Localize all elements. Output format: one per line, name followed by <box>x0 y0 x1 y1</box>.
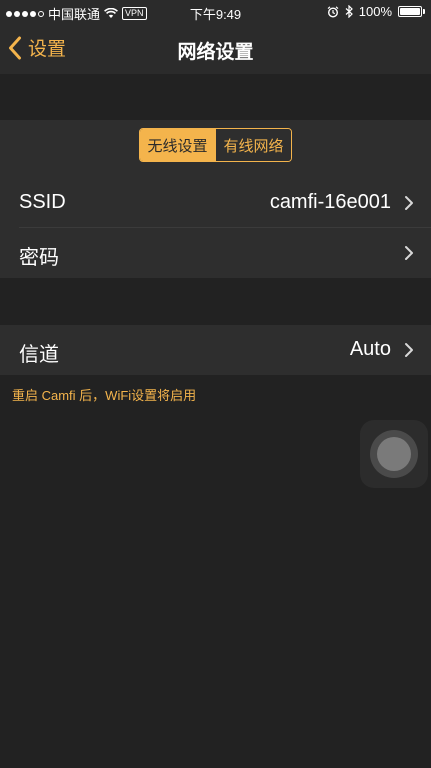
ssid-row[interactable]: SSID camfi-16e001 <box>0 178 431 228</box>
page-title: 网络设置 <box>177 42 254 63</box>
channel-label: 信道 <box>19 344 59 366</box>
battery-percent: 100% <box>358 4 392 19</box>
channel-row[interactable]: 信道 Auto <box>0 325 431 375</box>
restart-notice: 重启 Camfi 后，WiFi设置将启用 <box>12 388 197 403</box>
bluetooth-icon <box>345 5 353 18</box>
assistive-touch-icon <box>370 430 418 478</box>
segment-wired[interactable]: 有线网络 <box>216 129 291 161</box>
password-label: 密码 <box>19 247 59 269</box>
chevron-right-icon <box>405 343 413 357</box>
channel-value: Auto <box>349 338 391 360</box>
password-row[interactable]: 密码 <box>0 228 431 278</box>
segment-section: 无线设置 有线网络 <box>0 120 431 178</box>
chevron-right-icon <box>405 196 413 210</box>
network-type-segmented-control: 无线设置 有线网络 <box>139 128 292 162</box>
ssid-label: SSID <box>19 191 66 213</box>
status-right: 100% <box>327 4 425 19</box>
status-bar: 中国联通 VPN 下午9:49 100% <box>0 0 431 24</box>
chevron-right-icon <box>405 246 413 260</box>
assistive-touch-button[interactable] <box>360 420 428 488</box>
alarm-icon <box>327 5 339 18</box>
ssid-value: camfi-16e001 <box>269 191 391 213</box>
navigation-bar: 设置 网络设置 <box>0 24 431 74</box>
segment-wireless[interactable]: 无线设置 <box>140 129 216 161</box>
battery-icon <box>398 6 425 17</box>
